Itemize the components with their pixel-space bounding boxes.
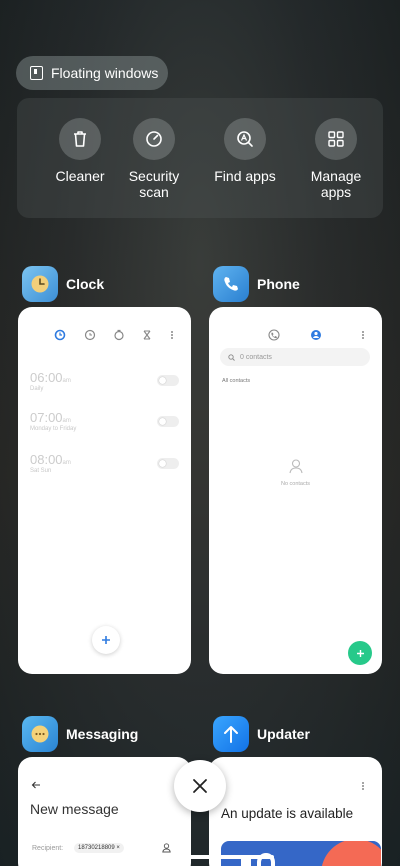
updater-app-header[interactable]: Updater: [213, 716, 310, 752]
alarm-toggle[interactable]: [157, 375, 179, 386]
contact-picker-icon[interactable]: [162, 843, 171, 853]
messaging-app-name: Messaging: [66, 726, 139, 742]
clock-app-name: Clock: [66, 276, 105, 292]
phone-app-header[interactable]: Phone: [213, 266, 300, 302]
update-headline: An update is available: [221, 806, 354, 821]
messaging-app-card[interactable]: New message Recipient: 18730218809 ×: [18, 757, 191, 866]
alarm-toggle[interactable]: [157, 416, 179, 427]
clear-all-button[interactable]: [174, 760, 226, 812]
no-contacts-label: No contacts: [280, 481, 311, 487]
contacts-search-input[interactable]: 0 contacts: [220, 348, 370, 366]
close-icon: [193, 779, 207, 793]
person-icon: [289, 459, 303, 474]
new-message-title: New message: [30, 801, 119, 817]
cleaner-button[interactable]: Cleaner: [40, 118, 120, 184]
search-icon: [228, 353, 235, 361]
plus-icon: [356, 649, 364, 657]
security-scan-label: Security scan: [128, 168, 180, 200]
recipient-chip[interactable]: 18730218809 ×: [74, 843, 124, 853]
alarm-row[interactable]: 06:00am Daily: [30, 370, 71, 392]
add-contact-button[interactable]: [348, 641, 372, 665]
clock-app-card[interactable]: 06:00am Daily 07:00am Monday to Friday 0…: [18, 307, 191, 674]
trash-icon: [59, 118, 101, 160]
updater-app-card[interactable]: An update is available: [209, 757, 382, 866]
clock-app-icon: [22, 266, 58, 302]
updater-app-name: Updater: [257, 726, 310, 742]
floating-windows-label: Floating windows: [51, 65, 159, 81]
clock-tab-icons: [54, 329, 173, 341]
plus-icon: [102, 636, 110, 644]
recipient-label: Recipient:: [32, 845, 64, 852]
phone-app-name: Phone: [257, 276, 300, 292]
alarm-toggle[interactable]: [157, 458, 179, 469]
home-indicator[interactable]: [126, 855, 274, 859]
contacts-search-placeholder: 0 contacts: [240, 353, 272, 361]
grid-icon: [315, 118, 357, 160]
quick-tools-panel: Cleaner Security scan Find apps Manage a…: [17, 98, 383, 218]
find-apps-icon: [224, 118, 266, 160]
messaging-app-icon: [22, 716, 58, 752]
more-options-icon[interactable]: [361, 781, 365, 791]
manage-apps-label: Manage apps: [310, 168, 362, 200]
alarm-row[interactable]: 07:00am Monday to Friday: [30, 410, 76, 432]
find-apps-label: Find apps: [214, 168, 276, 184]
add-alarm-button[interactable]: [92, 626, 120, 654]
manage-apps-button[interactable]: Manage apps: [296, 118, 376, 200]
messaging-app-header[interactable]: Messaging: [22, 716, 138, 752]
floating-windows-button[interactable]: Floating windows: [16, 56, 168, 90]
phone-tab-icons: [268, 329, 364, 341]
security-scan-button[interactable]: Security scan: [114, 118, 194, 200]
all-contacts-label: All contacts: [222, 378, 251, 384]
back-arrow-icon[interactable]: [31, 781, 41, 789]
phone-app-card[interactable]: 0 contacts All contacts No contacts: [209, 307, 382, 674]
floating-window-icon: [30, 66, 43, 80]
updater-app-icon: [213, 716, 249, 752]
alarm-row[interactable]: 08:00am Sat Sun: [30, 452, 71, 474]
clock-app-header[interactable]: Clock: [22, 266, 104, 302]
cleaner-label: Cleaner: [55, 168, 105, 184]
phone-app-icon: [213, 266, 249, 302]
find-apps-button[interactable]: Find apps: [205, 118, 285, 184]
update-banner-image: [221, 841, 381, 866]
gauge-icon: [133, 118, 175, 160]
